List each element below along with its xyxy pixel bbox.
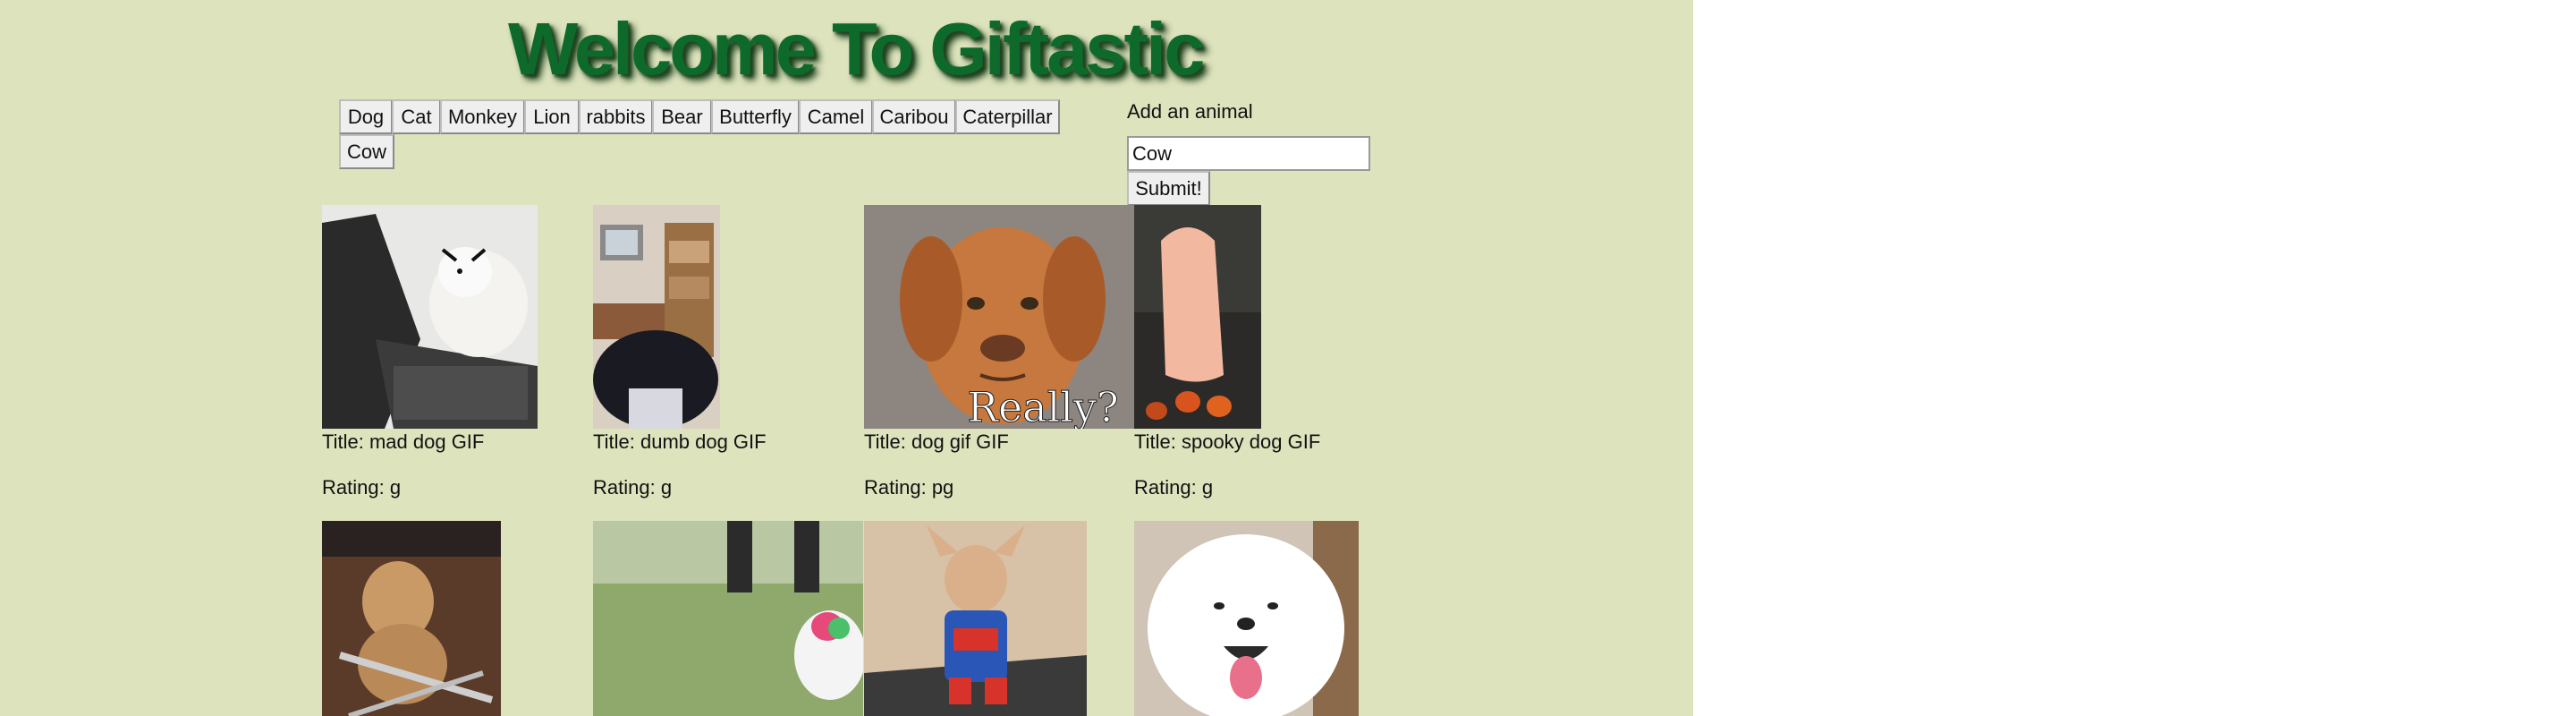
topic-button-dog[interactable]: Dog [339,99,393,134]
gif-image[interactable] [593,521,863,716]
topic-button-caterpillar[interactable]: Caterpillar [955,99,1060,134]
gif-image[interactable] [864,521,1087,716]
gif-image[interactable] [1134,521,1359,716]
page-title: Welcome To Giftastic [508,7,1205,90]
gif-caption: Really? [967,383,1118,429]
gif-image[interactable] [322,521,501,716]
page-background: Welcome To Giftastic Dog Cat Monkey Lion… [0,0,1693,716]
topic-button-lion[interactable]: Lion [524,99,580,134]
topic-button-bear[interactable]: Bear [652,99,712,134]
gif-image[interactable] [593,205,720,429]
gif-rating: Rating: g [1134,476,1214,499]
topic-button-monkey[interactable]: Monkey [440,99,525,134]
gif-title: Title: dumb dog GIF [593,430,767,453]
gif-image[interactable]: Really? [864,205,1134,429]
gif-image[interactable] [1134,205,1261,429]
topic-button-butterfly[interactable]: Butterfly [711,99,800,134]
gif-rating: Rating: pg [864,476,954,499]
gif-image[interactable] [322,205,538,429]
topic-button-rabbits[interactable]: rabbits [579,99,653,134]
topic-button-camel[interactable]: Camel [799,99,873,134]
gif-title: Title: dog gif GIF [864,430,1009,453]
topic-button-cow[interactable]: Cow [339,134,394,169]
submit-button[interactable]: Submit! [1127,171,1210,206]
topic-button-cat[interactable]: Cat [392,99,441,134]
add-animal-label: Add an animal [1127,100,1253,123]
add-animal-input[interactable] [1127,136,1370,171]
gif-rating: Rating: g [322,476,402,499]
topic-button-caribou[interactable]: Caribou [872,99,956,134]
gif-title: Title: spooky dog GIF [1134,430,1321,453]
gif-rating: Rating: g [593,476,673,499]
gif-title: Title: mad dog GIF [322,430,485,453]
